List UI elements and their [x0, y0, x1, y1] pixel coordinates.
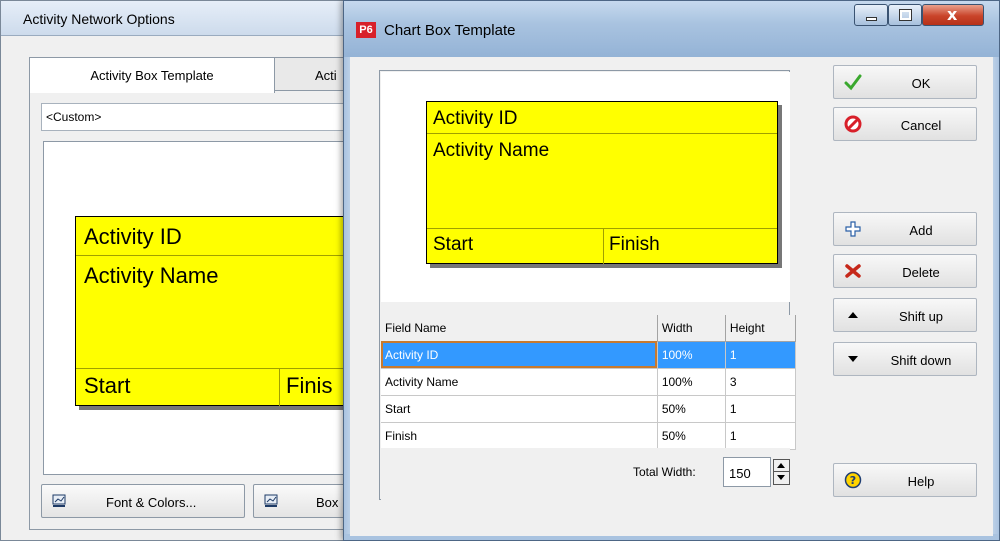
cell-field-name[interactable]: Start	[381, 395, 658, 423]
svg-text:?: ?	[850, 474, 856, 487]
template-editor-frame: Activity ID Activity Name Start Finish F…	[379, 70, 797, 500]
box-divider	[76, 368, 374, 369]
box-divider	[427, 133, 777, 134]
cell-field-name[interactable]: Activity Name	[381, 368, 658, 396]
tab-label: Acti	[315, 68, 337, 83]
cell-height[interactable]: 3	[725, 368, 797, 396]
shift-down-label: Shift down	[890, 353, 952, 368]
no-entry-icon	[844, 115, 862, 133]
cell-field-name[interactable]: Finish	[381, 422, 658, 450]
box-field-activity-name: Activity Name	[433, 140, 550, 161]
back-window-titlebar[interactable]: Activity Network Options	[1, 1, 359, 36]
box-divider	[279, 368, 280, 406]
shift-up-label: Shift up	[898, 309, 944, 324]
ok-label: OK	[911, 76, 931, 91]
x-icon	[845, 264, 861, 278]
cancel-button[interactable]: Cancel	[833, 107, 977, 141]
total-width-label: Total Width:	[633, 465, 696, 479]
cell-width[interactable]: 100%	[657, 368, 726, 396]
font-colors-button[interactable]: Font & Colors...	[41, 484, 245, 518]
triangle-down-icon	[848, 356, 858, 362]
add-button[interactable]: Add	[833, 212, 977, 246]
total-width-spinner	[773, 459, 790, 485]
help-button[interactable]: ? Help	[833, 463, 977, 497]
ok-button[interactable]: OK	[833, 65, 977, 99]
box-field-activity-id: Activity ID	[84, 224, 182, 249]
help-icon: ?	[844, 471, 862, 489]
column-header-field-name[interactable]: Field Name	[381, 315, 658, 342]
box-field-finish: Finis	[286, 373, 333, 398]
box-icon	[264, 494, 278, 507]
close-button[interactable]: x	[922, 4, 984, 26]
triangle-up-icon	[848, 312, 858, 318]
window-frame	[993, 57, 999, 540]
cell-width[interactable]: 100%	[657, 341, 726, 369]
delete-button[interactable]: Delete	[833, 254, 977, 288]
cell-height[interactable]: 1	[725, 422, 797, 450]
cell-height[interactable]: 1	[725, 341, 797, 369]
close-icon: x	[947, 5, 958, 24]
activity-network-options-window: Activity Network Options Activity Box Te…	[0, 0, 394, 541]
box-divider	[603, 228, 604, 264]
cell-height[interactable]: 1	[725, 395, 797, 423]
front-window-title: Chart Box Template	[384, 22, 516, 39]
tab-label: Activity Box Template	[90, 68, 214, 83]
chart-box-preview: Activity ID Activity Name Start Finish	[426, 101, 778, 264]
table-row[interactable]: Activity Name 100% 3	[381, 368, 797, 396]
font-colors-label: Font & Colors...	[106, 495, 197, 510]
column-header-width[interactable]: Width	[657, 315, 726, 342]
front-window-titlebar[interactable]: P6 Chart Box Template x	[344, 1, 999, 57]
template-select[interactable]: <Custom>	[41, 103, 361, 131]
font-colors-icon	[52, 494, 66, 507]
table-row[interactable]: Activity ID 100% 1	[381, 341, 797, 369]
p6-logo: P6	[356, 22, 376, 38]
spin-up-icon	[777, 463, 785, 468]
cell-field-name[interactable]: Activity ID	[381, 341, 658, 369]
shift-up-button[interactable]: Shift up	[833, 298, 977, 332]
box-field-start: Start	[433, 234, 474, 255]
table-row[interactable]: Finish 50% 1	[381, 422, 797, 450]
table-row[interactable]: Start 50% 1	[381, 395, 797, 423]
field-table: Field Name Width Height Activity ID 100%…	[381, 315, 797, 450]
box-field-activity-name: Activity Name	[84, 263, 219, 288]
minimize-icon	[866, 17, 877, 21]
add-label: Add	[909, 223, 933, 238]
maximize-button[interactable]	[888, 4, 922, 26]
chart-box-template-window: P6 Chart Box Template x Activity ID Acti…	[343, 0, 1000, 541]
spinner-up-button[interactable]	[774, 460, 789, 472]
delete-label: Delete	[902, 265, 940, 280]
box-button-label: Box	[316, 495, 339, 510]
box-field-finish: Finish	[609, 234, 660, 255]
maximize-icon	[899, 9, 912, 21]
back-window-title: Activity Network Options	[23, 11, 175, 27]
chart-box-preview-area: Activity ID Activity Name Start Finish	[381, 72, 790, 302]
spinner-down-button[interactable]	[774, 472, 789, 484]
box-field-start: Start	[84, 373, 131, 398]
check-icon	[844, 74, 862, 91]
plus-icon	[845, 221, 861, 237]
cancel-label: Cancel	[900, 118, 942, 133]
total-width-input[interactable]: 150	[723, 457, 771, 487]
column-header-height[interactable]: Height	[725, 315, 797, 342]
tab-activity-box-template[interactable]: Activity Box Template	[29, 57, 275, 93]
box-divider	[427, 228, 777, 229]
table-header-row: Field Name Width Height	[381, 315, 797, 342]
cell-width[interactable]: 50%	[657, 395, 726, 423]
box-field-activity-id: Activity ID	[433, 108, 518, 129]
help-label: Help	[907, 474, 935, 489]
minimize-button[interactable]	[854, 4, 888, 26]
shift-down-button[interactable]: Shift down	[833, 342, 977, 376]
cell-width[interactable]: 50%	[657, 422, 726, 450]
back-tab-strip: Activity Box Template Acti	[29, 57, 394, 93]
front-window-content: Activity ID Activity Name Start Finish F…	[350, 57, 993, 536]
spin-down-icon	[777, 475, 785, 480]
box-divider	[76, 255, 374, 256]
back-activity-box-preview: Activity ID Activity Name Start Finis	[75, 216, 375, 406]
